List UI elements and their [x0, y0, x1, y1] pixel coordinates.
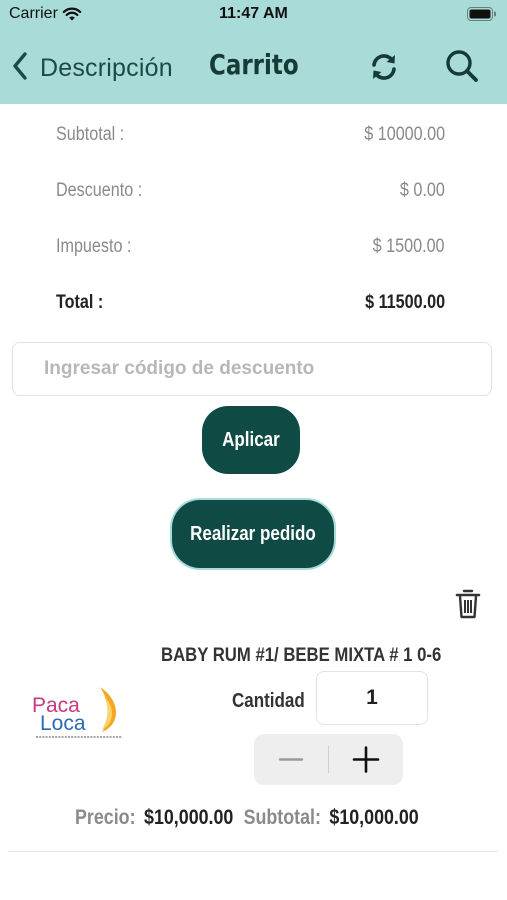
price-line: Precio: $10,000.00 Subtotal: $10,000.00	[75, 806, 429, 830]
clock: 11:47 AM	[219, 5, 288, 22]
discount-code-field	[12, 342, 492, 396]
total-value: $ 11500.00	[365, 292, 445, 313]
search-button[interactable]	[444, 48, 480, 84]
place-order-button[interactable]: Realizar pedido	[172, 500, 334, 568]
total-label: Total :	[56, 292, 104, 313]
total-row: Total : $ 11500.00	[56, 288, 445, 318]
apply-button[interactable]: Aplicar	[202, 406, 300, 474]
discount-value: $ 0.00	[400, 180, 445, 201]
increment-button[interactable]	[329, 734, 403, 785]
svg-text:Loca: Loca	[40, 712, 86, 735]
navigation-bar: Descripción Carrito	[0, 28, 507, 104]
product-name: BABY RUM #1/ BEBE MIXTA # 1 0-6	[161, 645, 442, 666]
subtotal-value: $ 10000.00	[364, 124, 445, 145]
decrement-button[interactable]	[254, 734, 328, 785]
chevron-left-icon	[12, 51, 28, 85]
divider	[8, 851, 498, 852]
subtotal-row: Subtotal : $ 10000.00	[56, 120, 445, 150]
discount-label: Descuento :	[56, 180, 143, 201]
plus-icon	[329, 746, 403, 789]
price-label: Precio:	[75, 806, 136, 829]
tax-value: $ 1500.00	[373, 236, 445, 257]
minus-icon	[254, 758, 328, 789]
discount-code-input[interactable]	[13, 343, 491, 395]
quantity-label: Cantidad	[232, 690, 305, 712]
discount-row: Descuento : $ 0.00	[56, 176, 445, 206]
subtotal-label: Subtotal :	[56, 124, 125, 145]
battery-icon	[467, 7, 497, 26]
apply-button-label: Aplicar	[222, 428, 280, 451]
tax-row: Impuesto : $ 1500.00	[56, 232, 445, 262]
price-value: $10,000.00	[144, 806, 234, 829]
back-label: Descripción	[40, 53, 173, 82]
quantity-stepper	[254, 734, 403, 785]
tax-label: Impuesto :	[56, 236, 132, 257]
product-logo: Paca Loca	[30, 682, 130, 744]
back-button[interactable]: Descripción	[12, 50, 173, 86]
refresh-icon	[368, 54, 400, 88]
place-order-button-label: Realizar pedido	[190, 522, 316, 545]
delete-item-button[interactable]	[455, 588, 481, 620]
trash-icon	[455, 589, 481, 624]
status-bar: Carrier 11:47 AM	[0, 0, 507, 28]
quantity-field	[316, 671, 428, 725]
item-subtotal-label: Subtotal:	[243, 806, 321, 829]
search-icon	[444, 50, 480, 88]
item-subtotal-value: $10,000.00	[329, 806, 419, 829]
page-title: Carrito	[209, 48, 299, 81]
refresh-button[interactable]	[368, 50, 400, 84]
quantity-input[interactable]	[317, 672, 427, 724]
